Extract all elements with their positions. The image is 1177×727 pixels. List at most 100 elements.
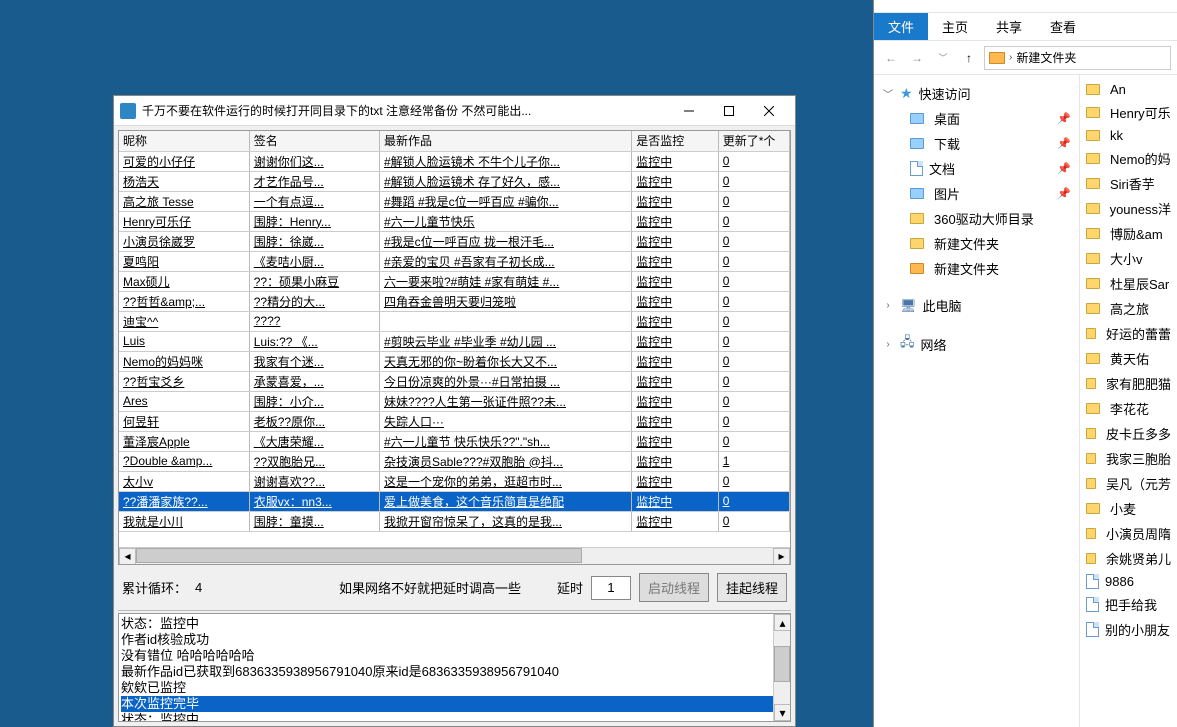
this-pc-node[interactable]: › 🖥 此电脑 bbox=[874, 293, 1079, 318]
quick-access-item[interactable]: 新建文件夹 bbox=[874, 231, 1079, 256]
quick-access-item[interactable]: 360驱动大师目录 bbox=[874, 206, 1079, 231]
table-row[interactable]: 我就是小川围脖：童摸...我掀开窗帘惊呆了，这真的是我...监控中0 bbox=[119, 511, 790, 531]
file-item[interactable]: Nemo的妈 bbox=[1082, 146, 1175, 171]
log-line[interactable]: 作者id核验成功 bbox=[121, 632, 788, 648]
table-cell[interactable]: 谢谢喜欢??... bbox=[249, 471, 379, 491]
file-item[interactable]: 余姚贤弟儿 bbox=[1082, 546, 1175, 571]
column-header[interactable]: 最新作品 bbox=[379, 131, 631, 151]
table-cell[interactable]: #解锁人脸运镜术 不牛个儿子你... bbox=[379, 151, 631, 171]
file-item[interactable]: youness洋 bbox=[1082, 196, 1175, 221]
table-cell[interactable]: 我掀开窗帘惊呆了，这真的是我... bbox=[379, 511, 631, 531]
table-row[interactable]: ??哲宝爻乡承蒙喜爱，...今日份凉爽的外景···#日常拍摄 ...监控中0 bbox=[119, 371, 790, 391]
table-row[interactable]: 董泽宸Apple《大唐荣耀...#六一儿童节 快乐快乐??"."sh...监控中… bbox=[119, 431, 790, 451]
close-button[interactable] bbox=[749, 97, 789, 125]
maximize-button[interactable] bbox=[709, 97, 749, 125]
table-cell[interactable]: 监控中 bbox=[632, 311, 718, 331]
table-cell[interactable]: ??潘潘家族??... bbox=[119, 491, 249, 511]
table-cell[interactable]: Max硕儿 bbox=[119, 271, 249, 291]
table-cell[interactable]: 我家有个迷... bbox=[249, 351, 379, 371]
breadcrumb[interactable]: › 新建文件夹 bbox=[984, 46, 1171, 70]
table-row[interactable]: 小演员徐崴罗围脖：徐崴...#我是c位一呼百应 拢一根汗毛...监控中0 bbox=[119, 231, 790, 251]
quick-access-item[interactable]: 下载📌 bbox=[874, 131, 1079, 156]
file-item[interactable]: 把手给我 bbox=[1082, 592, 1175, 617]
table-cell[interactable]: 0 bbox=[718, 231, 789, 251]
table-cell[interactable]: #六一儿童节 快乐快乐??"."sh... bbox=[379, 431, 631, 451]
table-cell[interactable]: Henry可乐仔 bbox=[119, 211, 249, 231]
table-cell[interactable]: 承蒙喜爱，... bbox=[249, 371, 379, 391]
table-cell[interactable]: 0 bbox=[718, 391, 789, 411]
table-cell[interactable]: 监控中 bbox=[632, 191, 718, 211]
table-row[interactable]: Henry可乐仔围脖：Henry...#六一儿童节快乐监控中0 bbox=[119, 211, 790, 231]
file-item[interactable]: 大小v bbox=[1082, 246, 1175, 271]
navigation-pane[interactable]: ﹀ ★ 快速访问 桌面📌下载📌文档📌图片📌360驱动大师目录新建文件夹新建文件夹… bbox=[874, 75, 1080, 727]
horizontal-scrollbar[interactable]: ◂ ▸ bbox=[119, 547, 790, 564]
table-cell[interactable]: #亲爱的宝贝 #吾家有子初长成... bbox=[379, 251, 631, 271]
column-header[interactable]: 昵称 bbox=[119, 131, 249, 151]
table-cell[interactable]: 今日份凉爽的外景···#日常拍摄 ... bbox=[379, 371, 631, 391]
monitor-table[interactable]: 昵称签名最新作品是否监控更新了*个可爱的小仔仔谢谢你们这...#解锁人脸运镜术 … bbox=[118, 130, 791, 565]
table-row[interactable]: 可爱的小仔仔谢谢你们这...#解锁人脸运镜术 不牛个儿子你...监控中0 bbox=[119, 151, 790, 171]
column-header[interactable]: 签名 bbox=[249, 131, 379, 151]
table-cell[interactable]: 衣服vx：nn3... bbox=[249, 491, 379, 511]
table-row[interactable]: Max硕儿??：硕果小麻豆六一要来啦?#萌娃 #家有萌娃 #...监控中0 bbox=[119, 271, 790, 291]
table-cell[interactable]: ??哲哲&amp;... bbox=[119, 291, 249, 311]
table-cell[interactable]: 监控中 bbox=[632, 491, 718, 511]
table-cell[interactable]: 0 bbox=[718, 191, 789, 211]
table-cell[interactable]: Nemo的妈妈咪 bbox=[119, 351, 249, 371]
table-cell[interactable]: 老板??原你... bbox=[249, 411, 379, 431]
file-item[interactable]: 吴凡（元芳 bbox=[1082, 471, 1175, 496]
table-cell[interactable]: ??哲宝爻乡 bbox=[119, 371, 249, 391]
table-cell[interactable]: 0 bbox=[718, 491, 789, 511]
quick-access-node[interactable]: ﹀ ★ 快速访问 bbox=[874, 81, 1079, 106]
table-cell[interactable]: ??：硕果小麻豆 bbox=[249, 271, 379, 291]
table-cell[interactable]: 可爱的小仔仔 bbox=[119, 151, 249, 171]
table-cell[interactable]: #我是c位一呼百应 拢一根汗毛... bbox=[379, 231, 631, 251]
scroll-right-icon[interactable]: ▸ bbox=[773, 548, 790, 565]
table-cell[interactable]: 何昱轩 bbox=[119, 411, 249, 431]
log-line[interactable]: 状态：监控中 bbox=[121, 616, 788, 632]
table-cell[interactable]: 0 bbox=[718, 471, 789, 491]
file-list-pane[interactable]: AnHenry可乐kkNemo的妈Siri香芋youness洋博励&am大小v杜… bbox=[1080, 75, 1177, 727]
file-item[interactable]: 高之旅 bbox=[1082, 296, 1175, 321]
file-item[interactable]: 好运的蕾蕾 bbox=[1082, 321, 1175, 346]
column-header[interactable]: 是否监控 bbox=[632, 131, 718, 151]
table-cell[interactable]: 1 bbox=[718, 451, 789, 471]
table-cell[interactable]: 爱上做美食，这个音乐简直是绝配 bbox=[379, 491, 631, 511]
table-cell[interactable]: #六一儿童节快乐 bbox=[379, 211, 631, 231]
table-cell[interactable]: 监控中 bbox=[632, 171, 718, 191]
chevron-right-icon[interactable]: › bbox=[882, 339, 894, 350]
table-cell[interactable]: 杂技演员Sable???#双胞胎 @抖... bbox=[379, 451, 631, 471]
table-cell[interactable]: 0 bbox=[718, 331, 789, 351]
table-cell[interactable]: 0 bbox=[718, 251, 789, 271]
minimize-button[interactable] bbox=[669, 97, 709, 125]
log-panel[interactable]: 状态：监控中作者id核验成功没有错位 哈哈哈哈哈哈最新作品id已获取到68363… bbox=[118, 613, 791, 722]
table-cell[interactable]: Luis bbox=[119, 331, 249, 351]
table-cell[interactable]: 0 bbox=[718, 351, 789, 371]
table-row[interactable]: 夏鸣阳《麦咭小厨...#亲爱的宝贝 #吾家有子初长成...监控中0 bbox=[119, 251, 790, 271]
table-cell[interactable]: 监控中 bbox=[632, 471, 718, 491]
tab-share[interactable]: 共享 bbox=[982, 13, 1036, 40]
table-cell[interactable]: 监控中 bbox=[632, 431, 718, 451]
table-cell[interactable]: 《麦咭小厨... bbox=[249, 251, 379, 271]
nav-back-button[interactable]: ← bbox=[880, 47, 902, 69]
table-cell[interactable]: 监控中 bbox=[632, 211, 718, 231]
file-item[interactable]: 皮卡丘多多 bbox=[1082, 421, 1175, 446]
table-cell[interactable]: 0 bbox=[718, 211, 789, 231]
table-cell[interactable]: 监控中 bbox=[632, 271, 718, 291]
table-cell[interactable]: 高之旅 Tesse bbox=[119, 191, 249, 211]
quick-access-item[interactable]: 文档📌 bbox=[874, 156, 1079, 181]
table-cell[interactable]: 监控中 bbox=[632, 391, 718, 411]
table-cell[interactable]: 四角吞金兽明天要归笼啦 bbox=[379, 291, 631, 311]
table-cell[interactable]: 小演员徐崴罗 bbox=[119, 231, 249, 251]
nav-forward-button[interactable]: → bbox=[906, 47, 928, 69]
table-row[interactable]: ??哲哲&amp;...??精分的大...四角吞金兽明天要归笼啦监控中0 bbox=[119, 291, 790, 311]
table-cell[interactable]: 0 bbox=[718, 511, 789, 531]
log-line[interactable]: 欸欸已监控 bbox=[121, 680, 788, 696]
table-cell[interactable]: 监控中 bbox=[632, 371, 718, 391]
table-cell[interactable]: 监控中 bbox=[632, 451, 718, 471]
file-item[interactable]: 博励&am bbox=[1082, 221, 1175, 246]
table-cell[interactable]: 监控中 bbox=[632, 151, 718, 171]
tab-view[interactable]: 查看 bbox=[1036, 13, 1090, 40]
table-cell[interactable]: 杨浩天 bbox=[119, 171, 249, 191]
table-cell[interactable]: 妹妹????人生第一张证件照??未... bbox=[379, 391, 631, 411]
